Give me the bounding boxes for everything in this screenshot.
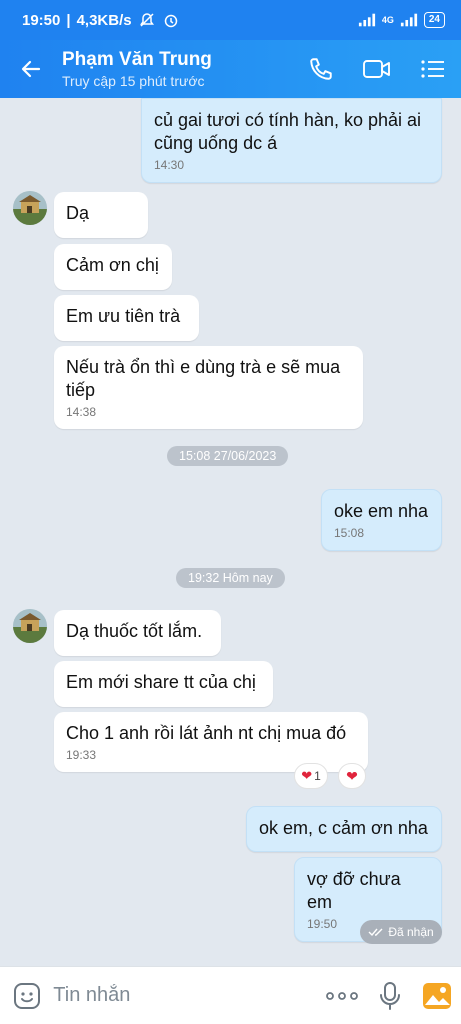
- message-text: củ gai tươi có tính hàn, ko phải ai cũng…: [154, 110, 422, 153]
- back-button[interactable]: [0, 40, 62, 98]
- heart-icon: ❤: [346, 767, 358, 784]
- video-call-icon: [363, 60, 390, 78]
- more-icon: [326, 991, 358, 1000]
- message-bubble[interactable]: Cảm ơn chị: [54, 244, 172, 290]
- status-time: 19:50: [22, 11, 61, 29]
- phone-icon: [310, 58, 332, 80]
- more-button[interactable]: [318, 967, 366, 1024]
- received-label: Đã nhận: [388, 925, 434, 939]
- menu-icon: [421, 60, 444, 78]
- message-bubble[interactable]: ok em, c cảm ơn nha: [246, 806, 442, 852]
- react-button[interactable]: ❤: [338, 763, 366, 789]
- message-input[interactable]: [53, 975, 319, 1016]
- message-text: Cảm ơn chị: [66, 255, 159, 275]
- message-time: 14:30: [154, 158, 185, 172]
- message-bubble[interactable]: oke em nha 15:08: [321, 489, 442, 551]
- avatar[interactable]: [13, 191, 47, 225]
- image-icon: [423, 982, 452, 1009]
- reaction-count-value: 1: [314, 769, 321, 783]
- contact-info[interactable]: Phạm Văn Trung Truy cập 15 phút trước: [62, 49, 293, 89]
- date-divider: 15:08 27/06/2023: [167, 446, 289, 466]
- status-separator: |: [66, 11, 71, 29]
- message-list[interactable]: củ gai tươi có tính hàn, ko phải ai cũng…: [0, 98, 461, 966]
- message-text: Cho 1 anh rồi lát ảnh nt chị mua đó: [66, 723, 347, 743]
- message-text: vợ đỡ chưa em: [307, 869, 401, 912]
- video-call-button[interactable]: [349, 40, 405, 98]
- contact-name: Phạm Văn Trung: [62, 49, 212, 70]
- status-speed: 4,3KB/s: [76, 11, 132, 29]
- date-divider: 19:32 Hôm nay: [176, 568, 285, 588]
- last-seen: Truy cập 15 phút trước: [62, 73, 205, 89]
- message-text: ok em, c cảm ơn nha: [259, 818, 428, 838]
- sticker-icon: [13, 982, 40, 1009]
- menu-button[interactable]: [405, 40, 461, 98]
- back-arrow-icon: [21, 60, 41, 78]
- message-bubble[interactable]: Em mới share tt của chị: [54, 661, 273, 707]
- mute-icon: [138, 12, 156, 28]
- message-time: 19:33: [66, 748, 97, 762]
- heart-icon: ❤: [301, 768, 313, 783]
- double-check-icon: [368, 928, 383, 937]
- battery-level: 24: [423, 12, 445, 28]
- message-bubble[interactable]: Em ưu tiên trà: [54, 295, 199, 341]
- call-button[interactable]: [293, 40, 349, 98]
- message-text: Dạ: [66, 203, 90, 223]
- message-bubble[interactable]: Nếu trà ổn thì e dùng trà e sẽ mua tiếp …: [54, 346, 363, 429]
- sticker-button[interactable]: [0, 967, 53, 1024]
- chat-header: Phạm Văn Trung Truy cập 15 phút trước: [0, 40, 461, 98]
- reaction-count[interactable]: ❤ 1: [294, 763, 328, 789]
- message-bubble[interactable]: Cho 1 anh rồi lát ảnh nt chị mua đó 19:3…: [54, 712, 368, 772]
- message-text: oke em nha: [334, 501, 429, 521]
- voice-button[interactable]: [366, 967, 414, 1024]
- message-text: Nếu trà ổn thì e dùng trà e sẽ mua tiếp: [66, 357, 341, 400]
- message-bubble[interactable]: Dạ: [54, 192, 148, 238]
- network-label: 4G: [381, 15, 394, 25]
- message-bubble[interactable]: củ gai tươi có tính hàn, ko phải ai cũng…: [141, 98, 442, 183]
- message-time: 15:08: [334, 526, 365, 540]
- signal-icon: [358, 12, 376, 28]
- message-bubble[interactable]: Dạ thuốc tốt lắm.: [54, 610, 221, 656]
- microphone-icon: [379, 981, 400, 1010]
- message-text: Em ưu tiên trà: [66, 306, 181, 326]
- avatar[interactable]: [13, 609, 47, 643]
- status-bar: 19:50 | 4,3KB/s 4G 24: [0, 0, 461, 40]
- image-button[interactable]: [413, 967, 461, 1024]
- received-status-badge: Đã nhận: [360, 920, 442, 944]
- message-time: 14:38: [66, 405, 97, 419]
- message-text: Dạ thuốc tốt lắm.: [66, 621, 203, 641]
- message-text: Em mới share tt của chị: [66, 672, 256, 692]
- message-input-bar: [0, 966, 461, 1024]
- alarm-icon: [162, 12, 180, 28]
- signal-icon-2: [400, 12, 418, 28]
